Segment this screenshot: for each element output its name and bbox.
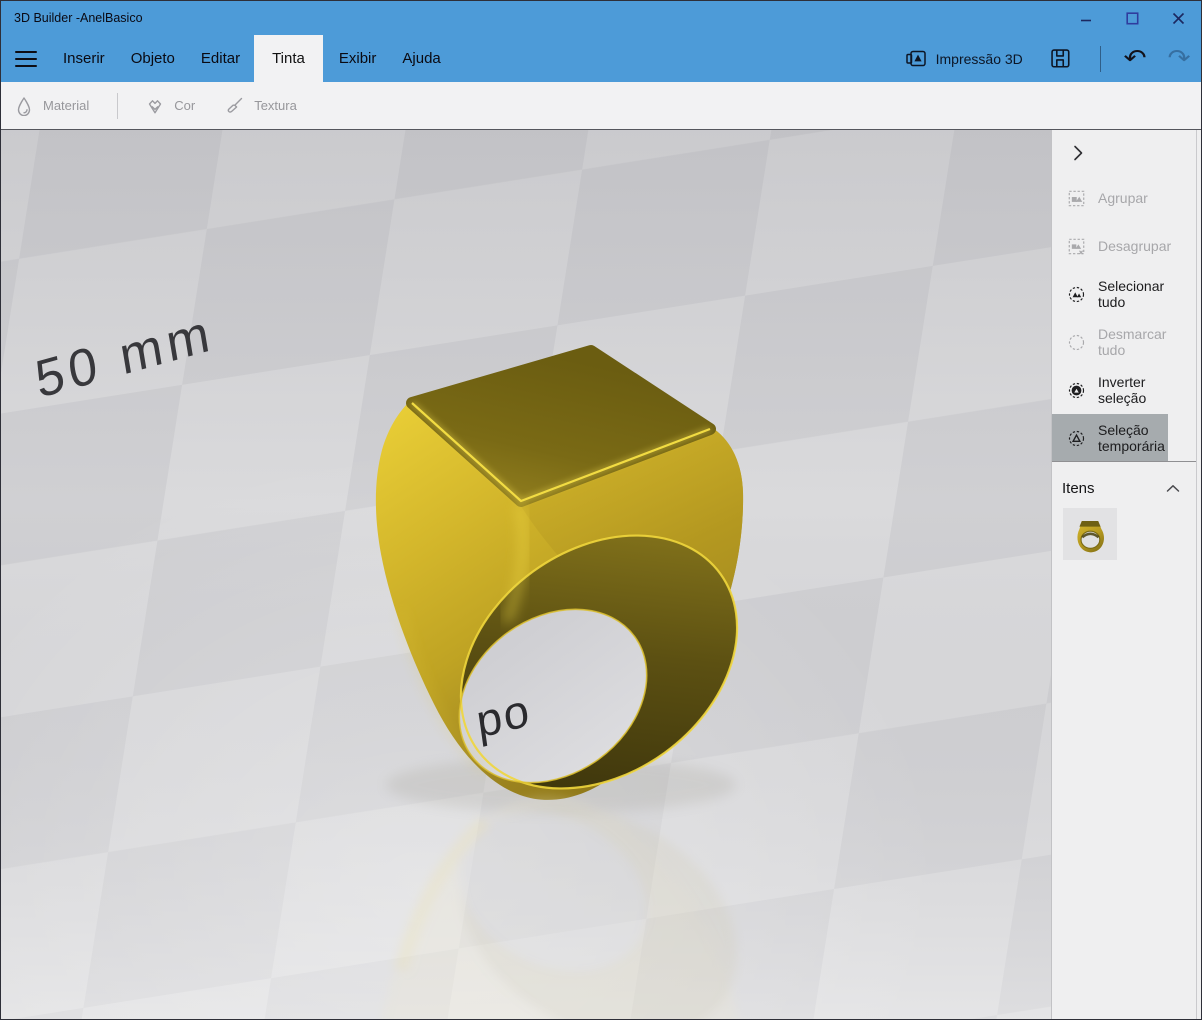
items-header[interactable]: Itens — [1052, 468, 1196, 508]
tool-label: Inverter seleção — [1098, 374, 1147, 406]
minimize-button[interactable] — [1063, 1, 1109, 35]
deselect-all-icon — [1068, 334, 1085, 350]
menu-item-exibir[interactable]: Exibir — [339, 50, 377, 67]
menu-item-ajuda[interactable]: Ajuda — [402, 50, 440, 67]
material-button: Material — [15, 96, 89, 116]
chevron-up-icon[interactable] — [1166, 484, 1180, 493]
texture-brush-icon — [227, 97, 243, 113]
temporary-selection-icon — [1068, 430, 1085, 446]
tool-desagrupar: Desagrupar — [1052, 222, 1172, 270]
scene-canvas[interactable]: 50 mm po — [1, 130, 1051, 1019]
menu-item-inserir[interactable]: Inserir — [63, 50, 105, 67]
tool-agrupar: Agrupar — [1052, 174, 1168, 222]
select-all-icon — [1068, 286, 1085, 302]
panel-divider — [1052, 461, 1196, 462]
menu-item-objeto[interactable]: Objeto — [131, 50, 175, 67]
tool-inverter-selecao[interactable]: Inverter seleção — [1052, 366, 1168, 414]
ungroup-icon — [1068, 238, 1085, 254]
material-label: Material — [43, 98, 90, 113]
hamburger-icon — [15, 50, 37, 53]
selection-tools: Agrupar Desagrupar Selecionar tudo Desma… — [1052, 174, 1172, 462]
ring-thumbnail-image — [1077, 520, 1105, 553]
menu-tab-tinta-active[interactable]: Tinta — [254, 35, 323, 82]
texture-button: Textura — [225, 97, 297, 115]
tool-label: Seleção temporária — [1098, 422, 1165, 454]
app-window: 3D Builder -AnelBasico Inserir Objeto Ed… — [0, 0, 1202, 1020]
print-3d-button[interactable]: Impressão 3D — [905, 50, 1023, 68]
redo-button: ↷ — [1167, 44, 1191, 72]
chevron-right-icon — [1074, 145, 1083, 161]
menu-item-editar[interactable]: Editar — [201, 50, 240, 67]
item-thumbnail-ring[interactable] — [1063, 508, 1117, 560]
color-button: Cor — [146, 97, 195, 115]
tool-label: Agrupar — [1098, 190, 1148, 206]
menu-separator — [1099, 45, 1101, 72]
viewport-3d[interactable]: 50 mm po — [1, 130, 1051, 1019]
paint-toolbar: Material Cor Textura — [1, 82, 1201, 130]
menu-bar: Inserir Objeto Editar Tinta Exibir Ajuda… — [1, 35, 1201, 82]
save-button[interactable] — [1051, 49, 1070, 68]
selection-panel: Agrupar Desagrupar Selecionar tudo Desma… — [1051, 130, 1201, 1019]
minimize-icon — [1081, 19, 1091, 22]
group-icon — [1068, 190, 1085, 206]
maximize-icon — [1125, 11, 1139, 25]
tool-selecao-temporaria[interactable]: Seleção temporária — [1052, 414, 1168, 462]
invert-selection-icon — [1068, 382, 1085, 398]
window-controls — [1063, 1, 1201, 35]
items-header-label: Itens — [1062, 479, 1095, 497]
panel-expand-button[interactable] — [1067, 142, 1089, 164]
toolbar-separator — [117, 92, 119, 119]
texture-label: Textura — [254, 98, 297, 113]
print-3d-label: Impressão 3D — [935, 50, 1023, 67]
menu-right-group: Impressão 3D ↶ ↷ — [905, 44, 1191, 72]
material-droplet-icon — [17, 96, 31, 116]
color-label: Cor — [174, 98, 196, 113]
color-crayon-icon — [149, 99, 162, 113]
close-button[interactable] — [1155, 1, 1201, 35]
main-area: 50 mm po Agrupar Desagrupar Selecionar t… — [1, 130, 1201, 1019]
hamburger-menu-button[interactable] — [15, 50, 37, 67]
tool-selecionar-tudo[interactable]: Selecionar tudo — [1052, 270, 1168, 318]
tool-label: Desmarcar tudo — [1098, 326, 1167, 358]
tool-desmarcar-tudo: Desmarcar tudo — [1052, 318, 1168, 366]
undo-button[interactable]: ↶ — [1123, 46, 1146, 71]
save-icon — [1051, 49, 1070, 68]
tool-label: Selecionar tudo — [1098, 278, 1165, 310]
print-3d-icon — [905, 50, 926, 66]
tool-label: Desagrupar — [1098, 238, 1172, 254]
title-bar[interactable]: 3D Builder -AnelBasico — [1, 1, 1201, 35]
window-title: 3D Builder -AnelBasico — [14, 11, 143, 25]
maximize-button[interactable] — [1109, 1, 1155, 35]
close-icon — [1172, 12, 1184, 24]
